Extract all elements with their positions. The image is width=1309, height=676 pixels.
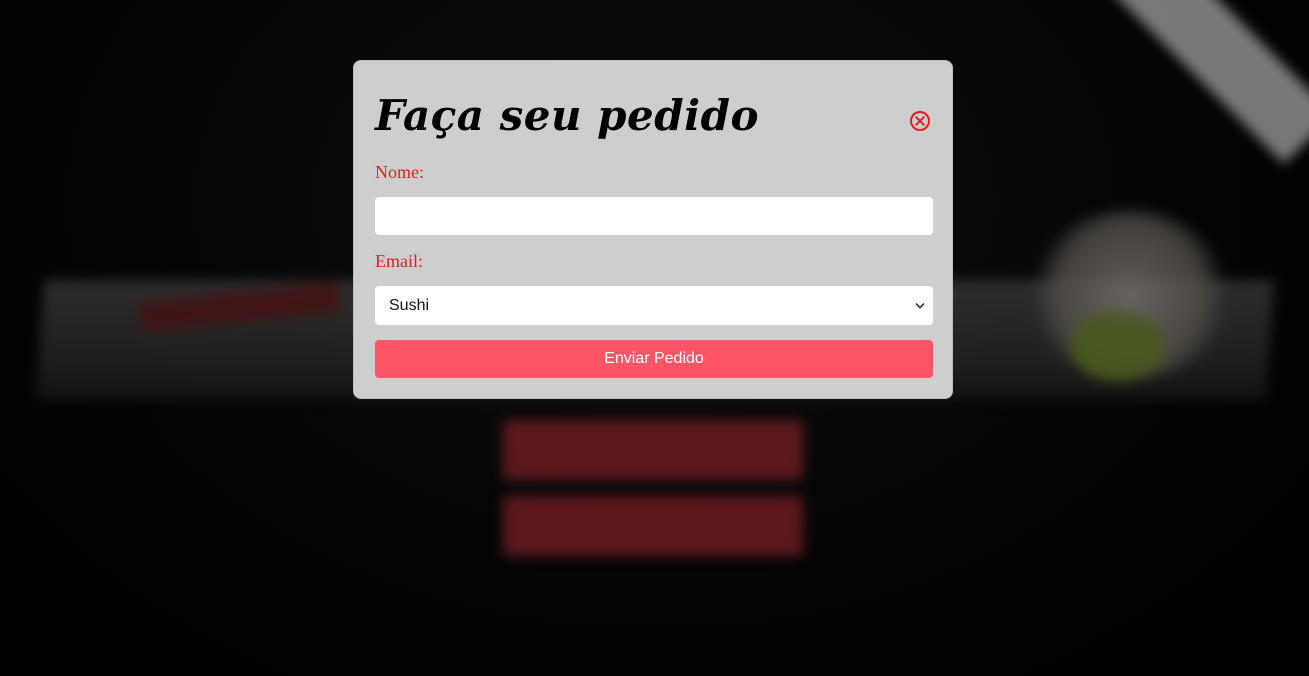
order-modal: Faça seu pedido Nome: Email: Sushi Envia… xyxy=(353,60,953,399)
email-label: Email: xyxy=(375,251,423,271)
chevron-down-icon xyxy=(915,302,925,309)
submit-order-button[interactable]: Enviar Pedido xyxy=(375,340,933,378)
select-value: Sushi xyxy=(389,296,430,314)
order-select[interactable]: Sushi xyxy=(375,286,933,325)
name-label: Nome: xyxy=(375,162,424,182)
modal-title: Faça seu pedido xyxy=(375,91,759,140)
close-button[interactable] xyxy=(909,110,931,132)
name-input[interactable] xyxy=(375,197,933,235)
close-circle-icon xyxy=(910,111,930,131)
